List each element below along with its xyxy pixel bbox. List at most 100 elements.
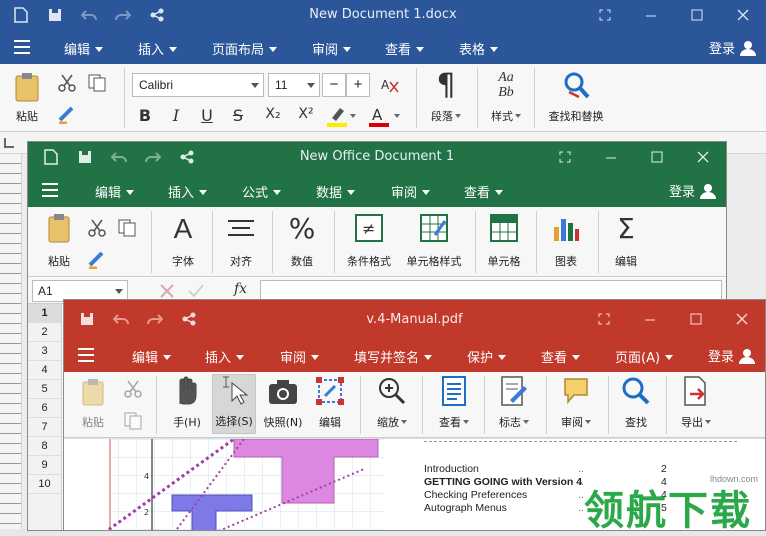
minimize-icon[interactable] <box>588 151 634 163</box>
toc-entry[interactable]: Introduction <box>424 463 479 475</box>
format-painter-icon[interactable] <box>88 251 106 269</box>
login-button[interactable]: 登录 <box>709 38 756 57</box>
bold-button[interactable]: B <box>133 106 157 125</box>
menu-edit[interactable]: 编辑 <box>95 182 134 201</box>
review-button[interactable]: 审阅 <box>556 376 596 434</box>
cell-style-button[interactable]: 单元格样式 <box>404 213 464 273</box>
menu-insert[interactable]: 插入 <box>168 182 207 201</box>
edit-button[interactable]: Σ 编辑 <box>606 213 646 273</box>
cut-icon[interactable] <box>58 74 76 92</box>
number-button[interactable]: % 数值 <box>284 213 320 273</box>
maximize-icon[interactable] <box>634 151 680 163</box>
menu-view[interactable]: 查看 <box>385 39 424 58</box>
fullscreen-icon[interactable] <box>581 313 627 325</box>
row-header[interactable]: 3 <box>28 342 61 361</box>
font-increase-button[interactable]: + <box>346 73 370 97</box>
close-icon[interactable] <box>719 313 765 325</box>
toc-entry[interactable]: Checking Preferences <box>424 489 527 501</box>
styles-button[interactable]: Aa Bb 样式 <box>486 70 526 128</box>
chart-button[interactable]: 图表 <box>546 213 586 273</box>
toc-entry[interactable]: GETTING GOING with Version 4 <box>424 476 582 488</box>
cell-button[interactable]: 单元格 <box>484 213 524 273</box>
confirm-icon[interactable] <box>188 284 204 298</box>
close-icon[interactable] <box>720 9 766 21</box>
mark-button[interactable]: 标志 <box>494 376 534 434</box>
menu-table[interactable]: 表格 <box>459 39 498 58</box>
menu-view[interactable]: 查看 <box>541 347 580 366</box>
menu-edit[interactable]: 编辑 <box>132 347 171 366</box>
menu-review[interactable]: 审阅 <box>312 39 351 58</box>
hamburger-icon[interactable] <box>78 348 94 366</box>
hamburger-icon[interactable] <box>42 183 58 201</box>
subscript-button[interactable]: X₂ <box>259 106 287 122</box>
row-header[interactable]: 7 <box>28 418 61 437</box>
copy-icon[interactable] <box>124 412 142 430</box>
export-button[interactable]: 导出 <box>676 376 716 434</box>
edit-button[interactable]: 编辑 <box>312 376 348 434</box>
copy-icon[interactable] <box>118 219 136 237</box>
italic-button[interactable]: I <box>164 106 188 125</box>
row-header[interactable]: 1 <box>28 304 61 323</box>
menu-edit[interactable]: 编辑 <box>64 39 103 58</box>
paste-button[interactable]: 粘贴 <box>78 378 108 436</box>
maximize-icon[interactable] <box>674 9 720 21</box>
underline-button[interactable]: U <box>195 106 219 125</box>
row-header[interactable]: 9 <box>28 456 61 475</box>
row-header[interactable]: 2 <box>28 323 61 342</box>
fullscreen-icon[interactable] <box>582 9 628 21</box>
menu-data[interactable]: 数据 <box>316 182 355 201</box>
font-button[interactable]: A 字体 <box>166 213 200 273</box>
font-size-select[interactable]: 11 <box>268 73 320 97</box>
clear-format-icon[interactable]: A <box>380 76 400 94</box>
find-button[interactable]: 查找 <box>618 376 654 434</box>
hand-tool-button[interactable]: 手(H) <box>170 376 204 434</box>
menu-view[interactable]: 查看 <box>464 182 503 201</box>
minimize-icon[interactable] <box>628 9 674 21</box>
tab-stop-icon[interactable] <box>4 138 14 148</box>
menu-fill-sign[interactable]: 填写并签名 <box>354 347 432 366</box>
paste-button[interactable]: 粘贴 <box>42 213 76 273</box>
fx-icon[interactable]: fx <box>234 281 247 297</box>
select-tool-button[interactable]: 选择(S) <box>212 374 256 434</box>
cut-icon[interactable] <box>88 219 106 237</box>
row-header[interactable]: 4 <box>28 361 61 380</box>
hamburger-icon[interactable] <box>14 40 30 58</box>
minimize-icon[interactable] <box>627 313 673 325</box>
font-color-icon[interactable]: A <box>368 106 402 128</box>
cut-icon[interactable] <box>124 380 142 398</box>
menu-insert[interactable]: 插入 <box>138 39 177 58</box>
row-header[interactable]: 8 <box>28 437 61 456</box>
row-header[interactable]: 5 <box>28 380 61 399</box>
row-header[interactable]: 10 <box>28 475 61 494</box>
maximize-icon[interactable] <box>673 313 719 325</box>
menu-page[interactable]: 页面(A) <box>615 347 673 366</box>
conditional-format-button[interactable]: ≠ 条件格式 <box>342 213 396 273</box>
snapshot-button[interactable]: 快照(N) <box>262 376 304 434</box>
menu-review[interactable]: 审阅 <box>391 182 430 201</box>
fullscreen-icon[interactable] <box>542 151 588 163</box>
menu-protect[interactable]: 保护 <box>467 347 506 366</box>
login-button[interactable]: 登录 <box>708 346 755 365</box>
close-icon[interactable] <box>680 151 726 163</box>
menu-insert[interactable]: 插入 <box>205 347 244 366</box>
strikethrough-button[interactable]: S <box>226 106 250 125</box>
font-name-select[interactable]: Calibri <box>132 73 264 97</box>
paste-button[interactable]: 粘贴 <box>10 70 44 128</box>
highlight-icon[interactable] <box>326 106 356 128</box>
find-replace-button[interactable]: 查找和替换 <box>546 70 606 128</box>
format-painter-icon[interactable] <box>58 106 76 124</box>
login-button[interactable]: 登录 <box>669 181 716 200</box>
paragraph-button[interactable]: ¶ 段落 <box>424 70 468 128</box>
menu-layout[interactable]: 页面布局 <box>212 39 277 58</box>
font-decrease-button[interactable]: − <box>322 73 346 97</box>
menu-review[interactable]: 审阅 <box>280 347 319 366</box>
superscript-button[interactable]: X² <box>292 106 320 122</box>
zoom-button[interactable]: 缩放 <box>372 376 412 434</box>
menu-formula[interactable]: 公式 <box>242 182 281 201</box>
align-button[interactable]: 对齐 <box>224 213 258 273</box>
cancel-icon[interactable] <box>160 284 174 298</box>
toc-entry[interactable]: Autograph Menus <box>424 502 507 514</box>
copy-icon[interactable] <box>88 74 106 92</box>
view-button[interactable]: 查看 <box>434 376 474 434</box>
row-header[interactable]: 6 <box>28 399 61 418</box>
